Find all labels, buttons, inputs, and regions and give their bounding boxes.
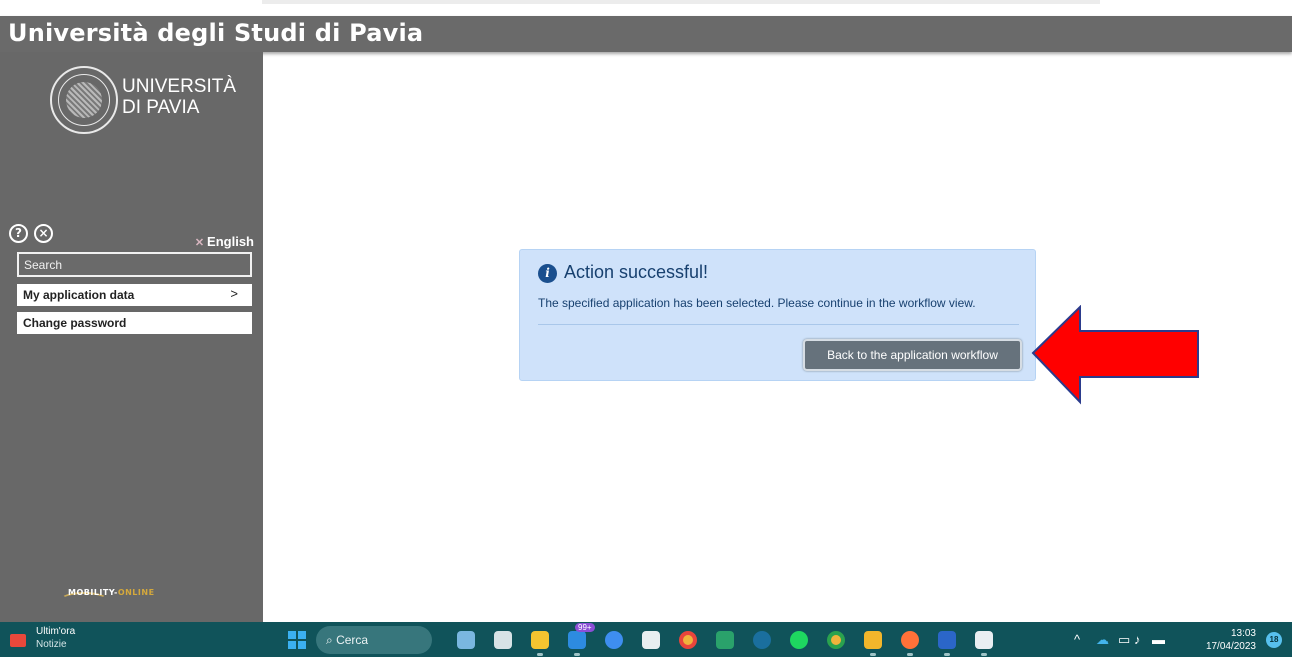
copilot-icon[interactable] — [600, 626, 628, 654]
clock-date: 17/04/2023 — [1205, 641, 1256, 652]
uk-flag-icon: ✕ — [194, 237, 205, 249]
news-subtitle: Notizie — [36, 639, 67, 650]
chrome-profile-icon[interactable] — [822, 626, 850, 654]
sidebar-item-label: Change password — [23, 316, 127, 330]
online-logo-part: ONLINE — [117, 588, 155, 597]
calendar-icon[interactable] — [711, 626, 739, 654]
arrow-shape — [1031, 305, 1199, 405]
bank-icon[interactable] — [970, 626, 998, 656]
onedrive-icon[interactable]: ☁ — [1096, 632, 1109, 648]
system-tray: ^ ☁ ▭ ♪ ▬ 13:03 17/04/2023 18 — [1062, 626, 1282, 654]
lock-app-icon[interactable] — [859, 626, 887, 656]
search-input[interactable] — [17, 252, 252, 277]
sidebar-item-my-application-data[interactable]: My application data > — [17, 284, 252, 306]
success-alert: i Action successful! The specified appli… — [519, 249, 1036, 381]
news-widget[interactable]: Ultim'ora Notizie — [8, 626, 128, 654]
file-explorer-icon[interactable] — [526, 626, 554, 656]
pinned-app-icon[interactable] — [748, 626, 776, 654]
sidebar-item-change-password[interactable]: Change password — [17, 312, 252, 334]
taskbar-search[interactable]: ⌕ Cerca — [316, 626, 432, 654]
language-switch[interactable]: ✕ English — [195, 234, 254, 249]
sidebar-item-label: My application data — [23, 288, 135, 302]
spotify-icon[interactable] — [785, 626, 813, 654]
word-icon[interactable] — [933, 626, 961, 656]
photos-icon[interactable] — [452, 626, 480, 654]
chevron-right-icon: > — [230, 286, 238, 301]
back-to-workflow-button[interactable]: Back to the application workflow — [803, 339, 1022, 371]
mobility-online-logo: MOBILITY-ONLINE — [60, 582, 190, 608]
windows-start-icon[interactable] — [288, 631, 306, 649]
info-icon: i — [538, 264, 557, 283]
taskview-icon[interactable] — [489, 626, 517, 654]
mobility-logo-part: MOBILITY- — [68, 588, 118, 597]
news-icon — [10, 634, 26, 647]
page-header: Università degli Studi di Pavia — [0, 16, 1292, 52]
logo-line-2: DI PAVIA — [122, 97, 200, 118]
store-icon[interactable] — [637, 626, 665, 654]
show-hidden-icons[interactable]: ^ — [1074, 632, 1080, 647]
logo-line-1: UNIVERSITÀ — [122, 76, 237, 97]
alert-heading: Action successful! — [564, 262, 709, 282]
alert-divider — [538, 324, 1019, 325]
logo-text: UNIVERSITÀ DI PAVIA — [122, 76, 236, 118]
firefox-icon[interactable] — [896, 626, 924, 656]
university-seal-icon — [50, 66, 118, 134]
taskbar-apps: 99+ — [452, 623, 1007, 656]
windows-taskbar: Ultim'ora Notizie ⌕ Cerca 99+ ^ ☁ ▭ ♪ ▬ … — [0, 622, 1292, 657]
red-arrow-annotation — [1031, 305, 1199, 405]
sidebar-tools: ? × ✕ English — [9, 224, 254, 249]
page-title: Università degli Studi di Pavia — [8, 19, 424, 47]
language-label: English — [207, 234, 254, 249]
battery-icon[interactable]: ▬ — [1152, 632, 1165, 647]
mail-badge: 99+ — [575, 623, 595, 632]
scrollbar-track — [262, 0, 1100, 4]
mail-icon[interactable]: 99+ — [563, 623, 595, 656]
close-circle-icon[interactable]: × — [34, 224, 53, 243]
help-icon[interactable]: ? — [9, 224, 28, 243]
network-icon[interactable]: ▭ — [1118, 632, 1130, 648]
browser-top-strip — [0, 0, 1292, 16]
notification-badge[interactable]: 18 — [1266, 632, 1282, 648]
chrome-icon[interactable] — [674, 626, 702, 654]
university-logo[interactable]: UNIVERSITÀ DI PAVIA — [50, 66, 240, 136]
taskbar-search-label: Cerca — [336, 633, 369, 647]
sidebar: UNIVERSITÀ DI PAVIA ? × ✕English My appl… — [0, 52, 263, 622]
clock[interactable]: 13:03 17/04/2023 — [1206, 627, 1256, 653]
volume-icon[interactable]: ♪ — [1134, 632, 1141, 647]
clock-time: 13:03 — [1230, 628, 1256, 639]
news-title: Ultim'ora — [36, 626, 76, 637]
alert-message: The specified application has been selec… — [538, 296, 976, 310]
